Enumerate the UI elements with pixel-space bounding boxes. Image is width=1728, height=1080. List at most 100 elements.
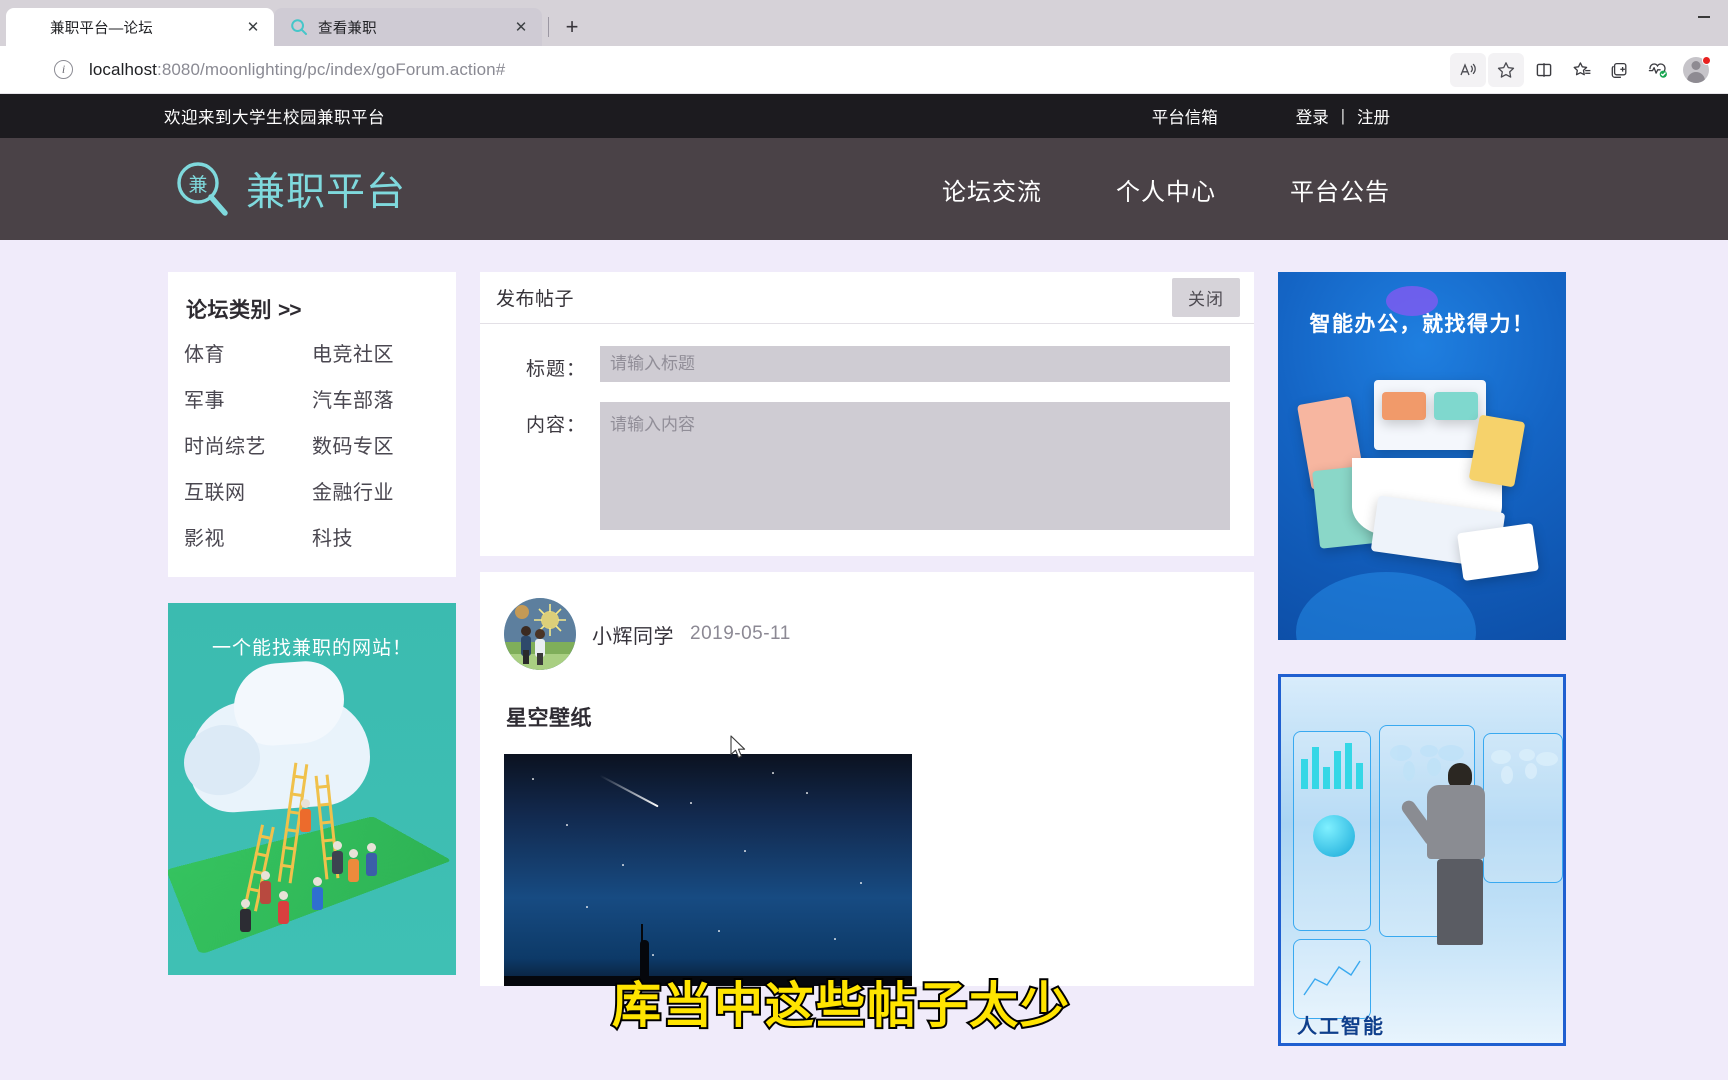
post-title-input[interactable] bbox=[600, 346, 1230, 382]
magnifier-brand-icon: 兼 bbox=[172, 158, 234, 220]
welcome-text: 欢迎来到大学生校园兼职平台 bbox=[164, 109, 385, 127]
category-sports[interactable]: 体育 bbox=[184, 338, 312, 367]
post-content-label: 内容： bbox=[525, 415, 586, 436]
profile-avatar-button[interactable] bbox=[1678, 53, 1714, 87]
post-form-header: 发布帖子 关闭 bbox=[480, 272, 1254, 324]
post-meta: 小辉同学 2019-05-11 bbox=[504, 598, 1230, 670]
browser-window: 兼职平台—论坛 ✕ 查看兼职 ✕ + i localhost:8080/moon… bbox=[0, 0, 1728, 1080]
avatar[interactable] bbox=[504, 598, 576, 670]
person-illustration bbox=[260, 871, 271, 904]
ad-world-map bbox=[1491, 749, 1558, 784]
person-illustration bbox=[348, 849, 359, 882]
site-info-icon[interactable]: i bbox=[54, 60, 73, 79]
category-auto[interactable]: 汽车部落 bbox=[312, 384, 440, 413]
brand[interactable]: 兼 兼职平台 bbox=[172, 158, 406, 220]
post-author[interactable]: 小辉同学 bbox=[592, 620, 674, 649]
forum-category-title: 论坛类别 >> bbox=[186, 294, 440, 324]
address-bar: i localhost:8080/moonlighting/pc/index/g… bbox=[0, 46, 1728, 94]
window-controls bbox=[1680, 0, 1728, 46]
main-column: 发布帖子 关闭 标题： 内容： bbox=[480, 272, 1254, 1046]
ad-graphic-card bbox=[1468, 414, 1526, 488]
nav-item-forum[interactable]: 论坛交流 bbox=[942, 172, 1042, 207]
tab-view-jobs[interactable]: 查看兼职 ✕ bbox=[274, 8, 542, 46]
login-link[interactable]: 登录 bbox=[1296, 104, 1329, 128]
platform-illustration bbox=[168, 816, 452, 956]
collections-star-icon[interactable] bbox=[1564, 53, 1600, 87]
person-illustration bbox=[278, 891, 289, 924]
site-header: 兼 兼职平台 论坛交流 个人中心 平台公告 bbox=[0, 138, 1728, 240]
ad-graphic-card bbox=[1382, 392, 1426, 420]
brand-name: 兼职平台 bbox=[246, 170, 407, 215]
notification-dot bbox=[1702, 55, 1711, 65]
mouse-cursor bbox=[730, 735, 748, 766]
favorite-star-icon[interactable] bbox=[1488, 52, 1524, 87]
browser-essentials-icon[interactable] bbox=[1640, 53, 1676, 87]
right-ad-ai[interactable]: 人工智能 bbox=[1278, 674, 1566, 1046]
left-column: 论坛类别 >> 体育 电竞社区 军事 汽车部落 时尚综艺 数码专区 互联网 金融行… bbox=[168, 272, 456, 1046]
new-tab-button[interactable]: + bbox=[555, 10, 589, 44]
post-title-row: 标题： bbox=[504, 346, 1230, 382]
tab-title: 查看兼职 bbox=[318, 20, 377, 37]
register-link[interactable]: 注册 bbox=[1357, 104, 1390, 128]
tab-strip: 兼职平台—论坛 ✕ 查看兼职 ✕ + bbox=[0, 0, 1728, 46]
category-title-text: 论坛类别 bbox=[186, 299, 272, 322]
person-illustration bbox=[240, 899, 251, 932]
post-form-card: 发布帖子 关闭 标题： 内容： bbox=[480, 272, 1254, 556]
meteor-streak bbox=[599, 774, 659, 808]
post-image-starry-night[interactable] bbox=[504, 754, 912, 986]
close-form-button[interactable]: 关闭 bbox=[1172, 278, 1240, 317]
tab-forum[interactable]: 兼职平台—论坛 ✕ bbox=[6, 8, 274, 46]
ad-bar-chart bbox=[1301, 743, 1363, 789]
add-tab-group-icon[interactable] bbox=[1602, 53, 1638, 87]
url-text: localhost:8080/moonlighting/pc/index/goF… bbox=[89, 60, 505, 80]
category-finance[interactable]: 金融行业 bbox=[312, 476, 440, 505]
post-title-label: 标题： bbox=[525, 359, 586, 380]
url-path: :8080/moonlighting/pc/index/goForum.acti… bbox=[157, 59, 506, 79]
category-esports[interactable]: 电竞社区 bbox=[312, 338, 440, 367]
nav-item-announcements[interactable]: 平台公告 bbox=[1290, 172, 1390, 207]
main-nav: 论坛交流 个人中心 平台公告 bbox=[942, 172, 1390, 207]
read-aloud-icon[interactable] bbox=[1450, 52, 1486, 87]
ad-graphic-card bbox=[1434, 392, 1478, 420]
businessman-illustration bbox=[1399, 763, 1493, 945]
category-internet[interactable]: 互联网 bbox=[184, 476, 312, 505]
ad-graphic-card bbox=[1457, 522, 1539, 582]
right-ad-smart-office[interactable]: 智能办公，就找得力！ bbox=[1278, 272, 1566, 640]
forum-category-card: 论坛类别 >> 体育 电竞社区 军事 汽车部落 时尚综艺 数码专区 互联网 金融行… bbox=[168, 272, 456, 577]
left-ad-text: 一个能找兼职的网站！ bbox=[211, 638, 412, 659]
ad-globe-icon bbox=[1313, 815, 1355, 857]
category-fashion[interactable]: 时尚综艺 bbox=[184, 430, 312, 459]
platform-mailbox-link[interactable]: 平台信箱 bbox=[1152, 104, 1218, 128]
post-item: 小辉同学 2019-05-11 星空壁纸 bbox=[504, 598, 1230, 986]
tab-close-icon[interactable]: ✕ bbox=[510, 16, 532, 38]
right-column: 智能办公，就找得力！ 人工智能 bbox=[1278, 272, 1566, 1046]
link-separator: | bbox=[1340, 106, 1345, 125]
page-content: 论坛类别 >> 体育 电竞社区 军事 汽车部落 时尚综艺 数码专区 互联网 金融行… bbox=[0, 240, 1728, 1046]
video-caption-overlay: 库当中这些帖子太少 bbox=[610, 975, 1072, 1036]
post-content-textarea[interactable] bbox=[600, 402, 1230, 530]
tab-title: 兼职平台—论坛 bbox=[50, 20, 153, 37]
utility-links: 平台信箱 登录 | 注册 bbox=[1152, 104, 1390, 128]
toolbar-icons bbox=[1450, 52, 1720, 87]
post-title[interactable]: 星空壁纸 bbox=[506, 702, 1230, 732]
category-military[interactable]: 军事 bbox=[184, 384, 312, 413]
post-content-row: 内容： bbox=[504, 402, 1230, 530]
magnifier-icon bbox=[290, 18, 308, 36]
split-screen-icon[interactable] bbox=[1526, 53, 1562, 87]
category-technology[interactable]: 科技 bbox=[312, 522, 440, 551]
forum-category-grid: 体育 电竞社区 军事 汽车部落 时尚综艺 数码专区 互联网 金融行业 影视 科技 bbox=[184, 338, 440, 551]
chevron-right-icon: >> bbox=[278, 299, 302, 322]
omnibox[interactable]: i localhost:8080/moonlighting/pc/index/g… bbox=[26, 53, 1446, 87]
tab-divider bbox=[548, 17, 549, 37]
page-viewport: 欢迎来到大学生校园兼职平台 平台信箱 登录 | 注册 兼 兼职平台 论坛交流 个… bbox=[0, 94, 1728, 1080]
ad-line-chart bbox=[1303, 960, 1361, 996]
nav-item-profile[interactable]: 个人中心 bbox=[1116, 172, 1216, 207]
left-ad-banner[interactable]: 一个能找兼职的网站！ bbox=[168, 603, 456, 975]
category-digital[interactable]: 数码专区 bbox=[312, 430, 440, 459]
svg-text:兼: 兼 bbox=[188, 174, 207, 196]
cloud-illustration bbox=[190, 692, 370, 816]
category-film[interactable]: 影视 bbox=[184, 522, 312, 551]
post-form-body: 标题： 内容： bbox=[480, 324, 1254, 556]
minimize-button[interactable] bbox=[1680, 0, 1728, 34]
tab-close-icon[interactable]: ✕ bbox=[242, 16, 264, 38]
